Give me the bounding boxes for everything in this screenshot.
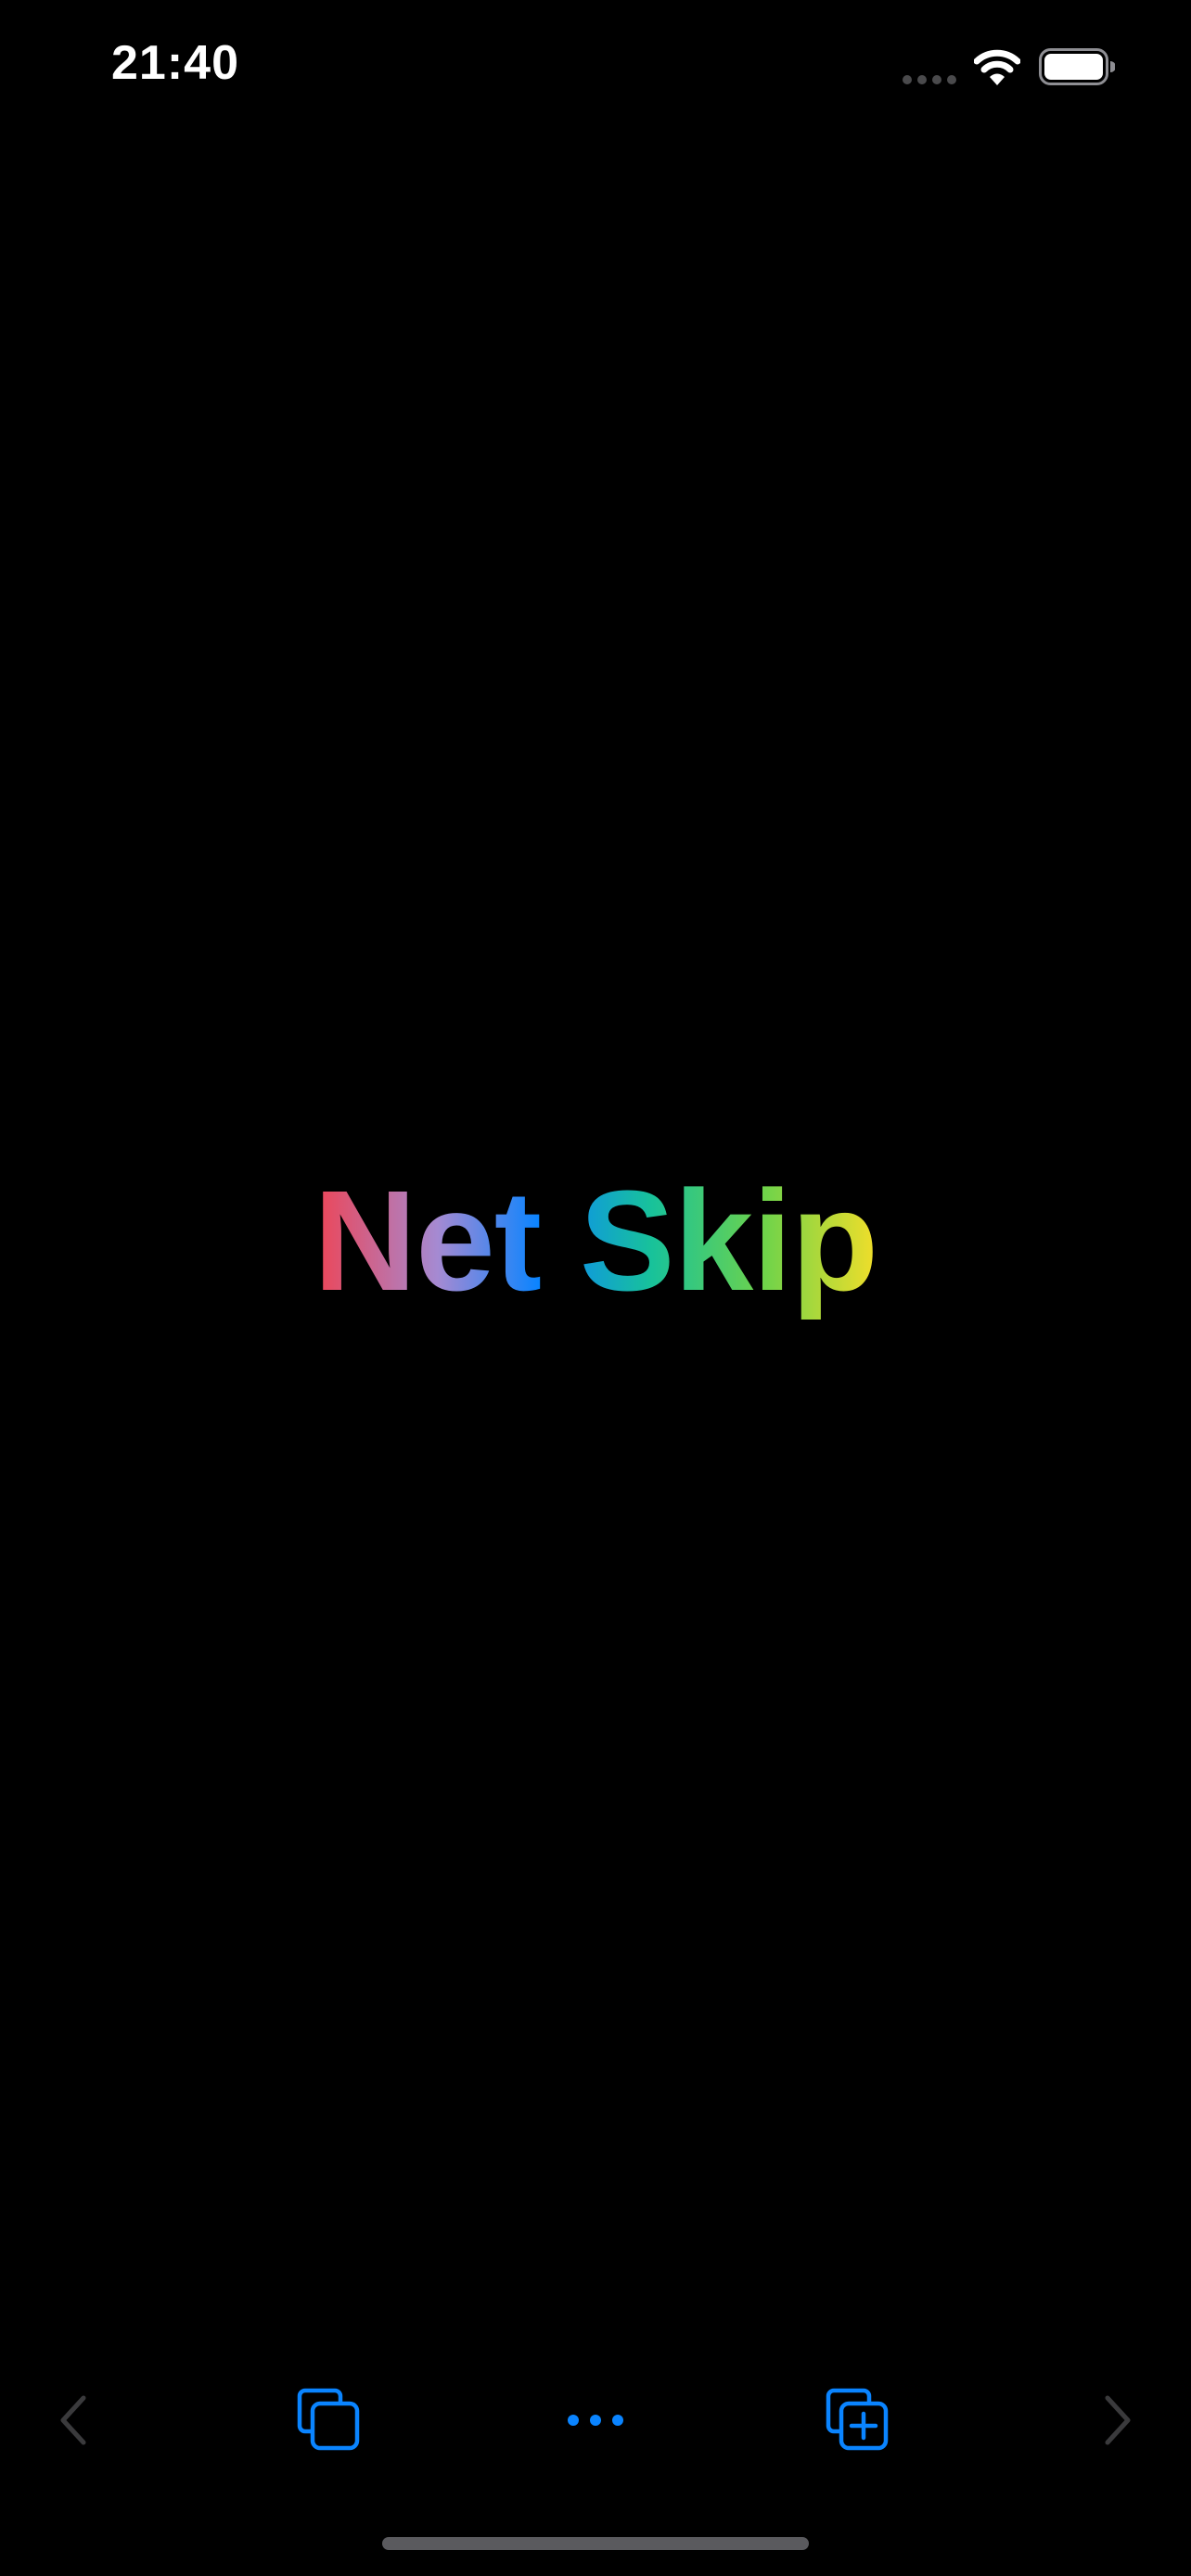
- more-button[interactable]: [553, 2374, 638, 2467]
- status-bar: 21:40: [0, 0, 1191, 139]
- home-indicator[interactable]: [382, 2537, 809, 2550]
- tabs-button[interactable]: [288, 2374, 371, 2467]
- wifi-icon: [974, 49, 1020, 85]
- bottom-toolbar: [0, 2374, 1191, 2467]
- new-tab-button[interactable]: [816, 2374, 900, 2467]
- back-button[interactable]: [37, 2374, 111, 2467]
- battery-icon: [1039, 48, 1115, 85]
- logo-container: Net Skip: [0, 1159, 1191, 1323]
- chevron-right-icon: [1105, 2395, 1131, 2445]
- chevron-left-icon: [60, 2395, 86, 2445]
- status-time: 21:40: [111, 36, 239, 90]
- tabs-icon: [297, 2388, 360, 2451]
- forward-button[interactable]: [1080, 2374, 1154, 2467]
- signal-icon: [903, 75, 956, 84]
- new-tab-icon: [826, 2388, 889, 2451]
- app-logo-text: Net Skip: [314, 1159, 878, 1323]
- ellipsis-icon: [568, 2415, 623, 2426]
